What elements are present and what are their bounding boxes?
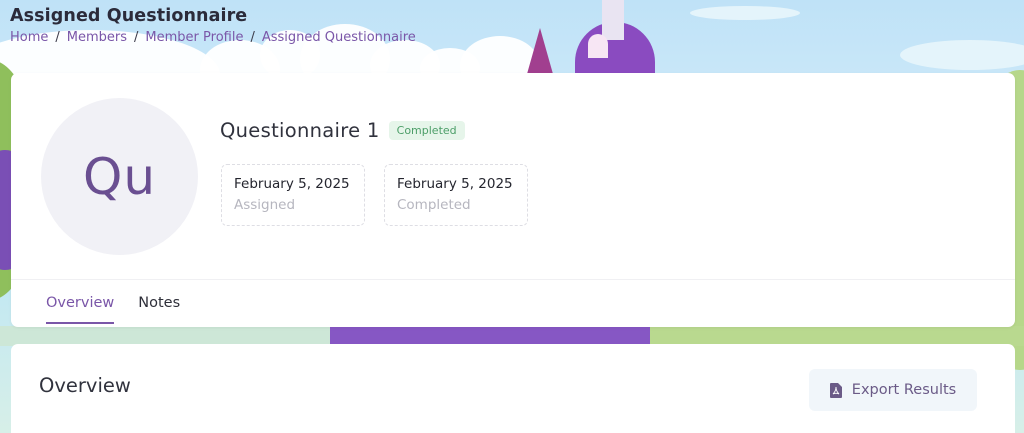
breadcrumb: Home / Members / Member Profile / Assign… (10, 30, 416, 45)
breadcrumb-separator: / (134, 30, 139, 45)
completed-date-label: Completed (397, 197, 471, 213)
pdf-file-icon (829, 382, 842, 398)
page-title: Assigned Questionnaire (10, 6, 248, 26)
assigned-date-label: Assigned (234, 197, 296, 213)
breadcrumb-members[interactable]: Members (67, 30, 127, 45)
overview-title: Overview (39, 374, 131, 397)
breadcrumb-current: Assigned Questionnaire (261, 30, 416, 45)
page-header: Assigned Questionnaire Home / Members / … (10, 6, 416, 45)
assigned-date-box: February 5, 2025 Assigned (221, 164, 365, 226)
assigned-date-value: February 5, 2025 (234, 176, 350, 192)
tab-overview[interactable]: Overview (46, 295, 115, 324)
tab-notes[interactable]: Notes (138, 295, 180, 321)
tabs: Overview Notes (46, 295, 180, 324)
completed-date-value: February 5, 2025 (397, 176, 513, 192)
breadcrumb-separator: / (250, 30, 255, 45)
questionnaire-profile-card: Qu Questionnaire 1 Completed February 5,… (11, 73, 1015, 327)
export-results-button[interactable]: Export Results (809, 369, 977, 411)
breadcrumb-separator: / (55, 30, 60, 45)
questionnaire-name: Questionnaire 1 (220, 119, 380, 142)
export-results-label: Export Results (851, 382, 957, 398)
avatar: Qu (41, 98, 198, 255)
status-badge: Completed (388, 121, 465, 140)
overview-card: Overview Export Results (11, 344, 1015, 433)
tabs-divider (11, 279, 1015, 280)
breadcrumb-member-profile[interactable]: Member Profile (145, 30, 243, 45)
breadcrumb-home[interactable]: Home (10, 30, 48, 45)
questionnaire-title-row: Questionnaire 1 Completed (220, 119, 465, 142)
completed-date-box: February 5, 2025 Completed (384, 164, 528, 226)
